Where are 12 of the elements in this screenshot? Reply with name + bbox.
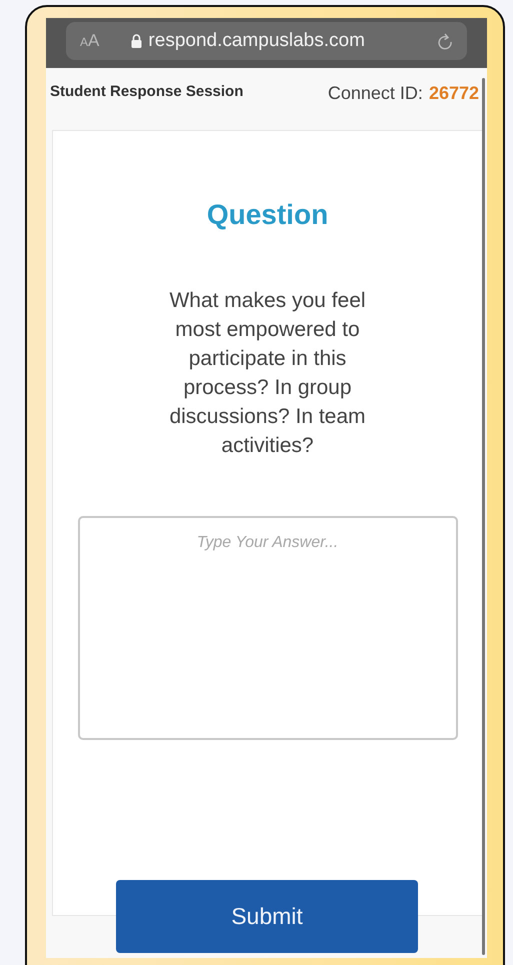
url-text: respond.campuslabs.com	[148, 30, 365, 52]
connect-id-label: Connect ID: 26772	[328, 82, 479, 104]
text-size-button[interactable]: AA	[80, 31, 100, 51]
lock-icon	[131, 34, 142, 48]
scrollbar[interactable]	[482, 78, 485, 955]
address-bar[interactable]: AA respond.campuslabs.com	[66, 22, 467, 60]
submit-button[interactable]: Submit	[116, 880, 418, 953]
answer-field[interactable]: Type Your Answer...	[78, 516, 458, 740]
question-text: What makes you feel most empowered to participate in this process? In group discussions? In team activities?	[168, 288, 367, 459]
reload-icon[interactable]	[437, 32, 453, 50]
question-heading: Question	[206, 199, 328, 231]
session-title: Student Response Session	[50, 82, 244, 100]
